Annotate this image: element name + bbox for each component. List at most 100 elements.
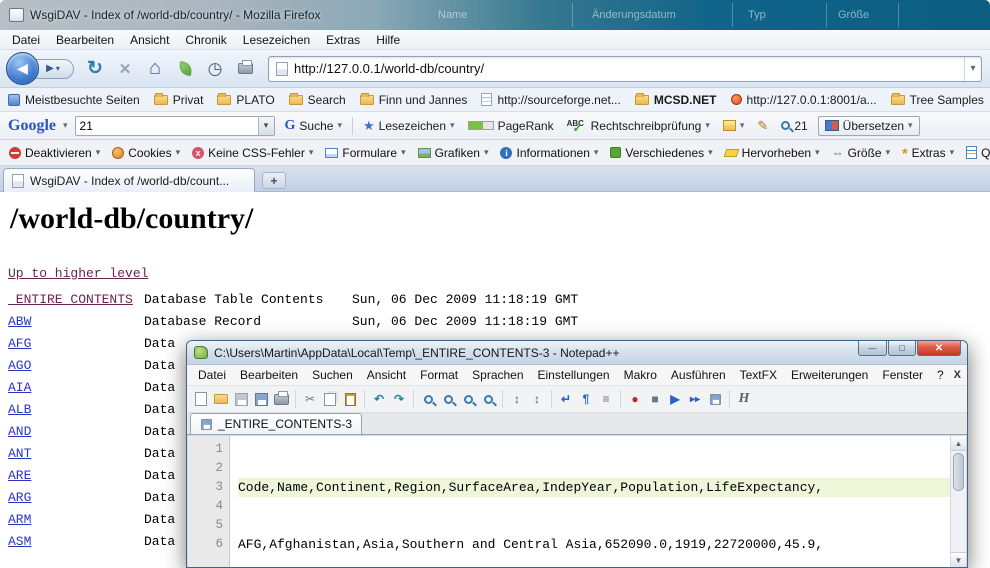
listing-link-aia[interactable]: AIA — [8, 380, 31, 395]
listing-link-ago[interactable]: AGO — [8, 358, 31, 373]
notepad-tab-entire-contents[interactable]: _ENTIRE_CONTENTS-3 — [190, 413, 362, 434]
save-icon[interactable] — [232, 390, 250, 408]
listing-link-alb[interactable]: ALB — [8, 402, 31, 417]
new-tab-button[interactable]: + — [262, 172, 286, 189]
translate-button[interactable]: Übersetzen ▾ — [818, 116, 920, 136]
scroll-up-arrow[interactable]: ▲ — [951, 436, 966, 451]
stop-button[interactable]: ✕ — [112, 55, 138, 83]
sendto-button[interactable]: ▾ — [720, 118, 748, 133]
bookmark-finn-und-jannes[interactable]: Finn und Jannes — [360, 93, 468, 107]
np-menu-makro[interactable]: Makro — [617, 368, 664, 382]
menu-item-chronik[interactable]: Chronik — [177, 33, 234, 47]
save-macro-icon[interactable] — [706, 390, 724, 408]
chevron-down-icon[interactable]: ▾ — [56, 64, 60, 73]
menu-item-extras[interactable]: Extras — [318, 33, 368, 47]
listing-link-afg[interactable]: AFG — [8, 336, 31, 351]
word-wrap-icon[interactable]: ↵ — [557, 390, 575, 408]
indent-guide-icon[interactable]: ≡ — [597, 390, 615, 408]
webdev-formulare[interactable]: Formulare▾ — [322, 144, 408, 162]
editor-text-area[interactable]: Code,Name,Continent,Region,SurfaceArea,I… — [230, 436, 966, 567]
listing-link-ant[interactable]: ANT — [8, 446, 31, 461]
search-count-button[interactable]: 21 — [778, 117, 810, 135]
cut-icon[interactable]: ✂ — [301, 390, 319, 408]
bookmark-tree-samples[interactable]: Tree Samples — [891, 93, 984, 107]
pagerank-widget[interactable]: PageRank — [465, 117, 557, 135]
open-file-icon[interactable] — [212, 390, 230, 408]
record-macro-icon[interactable]: ● — [626, 390, 644, 408]
sync-vertical-icon[interactable]: ↕ — [508, 390, 526, 408]
menu-close-icon[interactable]: X — [954, 369, 961, 381]
save-all-icon[interactable] — [252, 390, 270, 408]
listing-link-arm[interactable]: ARM — [8, 512, 31, 527]
print-icon[interactable] — [272, 390, 290, 408]
webdev-css[interactable]: xKeine CSS-Fehler▾ — [189, 144, 316, 162]
zoom-out-icon[interactable] — [479, 390, 497, 408]
scrollbar-thumb[interactable] — [953, 453, 964, 491]
np-menu-bearbeiten[interactable]: Bearbeiten — [233, 368, 305, 382]
webdev-informationen[interactable]: iInformationen▾ — [497, 144, 601, 162]
google-logo[interactable]: Google — [8, 117, 56, 135]
notepad-editor[interactable]: 1 2 3 4 5 6 Code,Name,Continent,Region,S… — [188, 436, 966, 567]
url-dropdown-button[interactable]: ▾ — [964, 57, 981, 81]
np-menu-erweiterungen[interactable]: Erweiterungen — [784, 368, 875, 382]
menu-item-bearbeiten[interactable]: Bearbeiten — [48, 33, 122, 47]
tab-wsgidav[interactable]: WsgiDAV - Index of /world-db/count... — [3, 168, 255, 192]
up-to-higher-level-link[interactable]: Up to higher level — [8, 266, 148, 281]
np-menu-datei[interactable]: Datei — [191, 368, 233, 382]
paste-icon[interactable] — [341, 390, 359, 408]
bookmark-localhost-8001[interactable]: http://127.0.0.1:8001/a... — [731, 93, 877, 107]
listing-link-entire-contents[interactable]: ENTIRE CONTENTS — [8, 292, 133, 307]
print-button[interactable] — [232, 55, 258, 83]
redo-icon[interactable]: ↷ — [390, 390, 408, 408]
show-symbols-icon[interactable]: ¶ — [577, 390, 595, 408]
find-icon[interactable] — [419, 390, 437, 408]
np-menu-help[interactable]: ? — [930, 368, 951, 382]
webdev-deaktivieren[interactable]: Deaktivieren▾ — [6, 144, 103, 162]
np-menu-einstellungen[interactable]: Einstellungen — [531, 368, 617, 382]
autofill-button[interactable]: ✎ — [754, 116, 771, 136]
sync-horizontal-icon[interactable]: ↕ — [528, 390, 546, 408]
history-button[interactable]: ◷ — [202, 55, 228, 83]
chevron-down-icon[interactable]: ▾ — [63, 120, 68, 131]
scroll-down-arrow[interactable]: ▼ — [951, 552, 966, 567]
webdev-verschiedenes[interactable]: Verschiedenes▾ — [607, 144, 715, 162]
url-input[interactable] — [294, 61, 964, 76]
webdev-cookies[interactable]: Cookies▾ — [109, 144, 183, 162]
google-search-box[interactable]: ▾ — [75, 116, 275, 136]
menu-item-ansicht[interactable]: Ansicht — [122, 33, 177, 47]
bookmark-meistbesuchte-seiten[interactable]: Meistbesuchte Seiten — [8, 93, 140, 107]
run-macro-multiple-icon[interactable]: ▸▸ — [686, 390, 704, 408]
notepad-titlebar[interactable]: C:\Users\Martin\AppData\Local\Temp\_ENTI… — [187, 341, 967, 365]
editor-vertical-scrollbar[interactable]: ▲ ▼ — [950, 436, 966, 567]
np-menu-suchen[interactable]: Suchen — [305, 368, 360, 382]
menu-item-lesezeichen[interactable]: Lesezeichen — [235, 33, 318, 47]
bookmark-mcsd-net[interactable]: MCSD.NET — [635, 93, 717, 107]
maximize-button[interactable]: □ — [888, 341, 916, 356]
np-menu-format[interactable]: Format — [413, 368, 465, 382]
listing-link-abw[interactable]: ABW — [8, 314, 31, 329]
np-menu-ansicht[interactable]: Ansicht — [360, 368, 413, 382]
menu-item-hilfe[interactable]: Hilfe — [368, 33, 408, 47]
bookmark-search[interactable]: Search — [289, 93, 346, 107]
webdev-groesse[interactable]: ⇔Größe▾ — [829, 144, 894, 162]
spellcheck-button[interactable]: ABC✓ Rechtschreibprüfung ▾ — [564, 117, 713, 135]
webdev-hervorheben[interactable]: Hervorheben▾ — [722, 144, 823, 162]
webdev-extras[interactable]: *Extras▾ — [899, 143, 957, 163]
menu-item-datei[interactable]: Datei — [4, 33, 48, 47]
copy-icon[interactable] — [321, 390, 339, 408]
minimize-button[interactable]: — — [858, 341, 887, 356]
google-search-input[interactable] — [76, 119, 258, 133]
stop-macro-icon[interactable]: ■ — [646, 390, 664, 408]
replace-icon[interactable] — [439, 390, 457, 408]
new-file-icon[interactable] — [192, 390, 210, 408]
bookmark-privat[interactable]: Privat — [154, 93, 204, 107]
reload-button[interactable]: ↻ — [82, 55, 108, 83]
bookmark-plato[interactable]: PLATO — [217, 93, 274, 107]
zoom-in-icon[interactable] — [459, 390, 477, 408]
google-search-button[interactable]: G Suche ▾ — [282, 116, 345, 136]
html-view-icon[interactable]: H — [735, 390, 753, 408]
webdev-grafiken[interactable]: Grafiken▾ — [415, 144, 492, 162]
google-bookmarks-button[interactable]: ★ Lesezeichen ▾ — [360, 116, 458, 136]
np-menu-textfx[interactable]: TextFX — [733, 368, 784, 382]
listing-link-and[interactable]: AND — [8, 424, 31, 439]
